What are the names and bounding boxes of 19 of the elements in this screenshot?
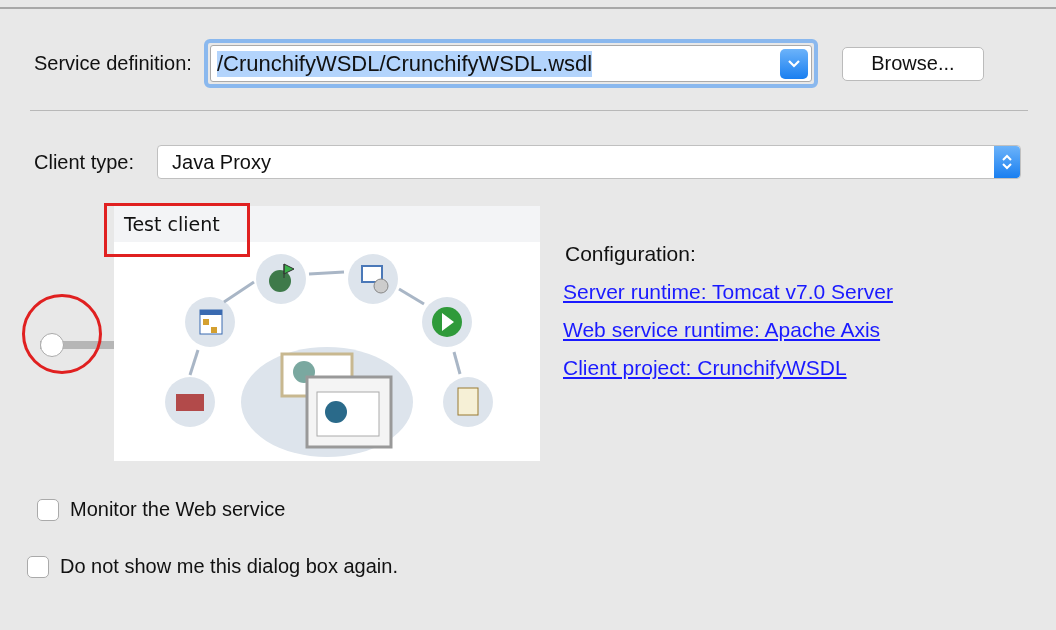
dropdown-button[interactable]	[779, 48, 808, 79]
service-definition-combo[interactable]: /CrunchifyWSDL/CrunchifyWSDL.wsdl	[203, 39, 818, 88]
configuration-title: Configuration:	[565, 242, 697, 266]
configuration-link[interactable]: Server runtime: Tomcat v7.0 Server	[563, 280, 893, 304]
panel-title: Test client	[124, 213, 220, 235]
slider-thumb[interactable]	[40, 333, 64, 357]
checkbox-label: Do not show me this dialog box again.	[60, 555, 398, 578]
configuration-link[interactable]: Web service runtime: Apache Axis	[563, 318, 893, 342]
field-label: Service definition:	[34, 52, 192, 75]
browse-button[interactable]: Browse...	[841, 46, 984, 81]
field-label: Client type:	[34, 150, 135, 174]
selected-text: /CrunchifyWSDL/CrunchifyWSDL.wsdl	[216, 50, 593, 77]
chevron-down-icon	[786, 58, 801, 69]
checkbox-label: Monitor the Web service	[70, 498, 286, 521]
checkbox[interactable]	[27, 555, 49, 578]
checkbox[interactable]	[37, 498, 59, 521]
up-down-arrows-icon	[1001, 152, 1013, 172]
client-type-select[interactable]: Java Proxy	[157, 145, 1021, 179]
configuration-link[interactable]: Client project: CrunchifyWSDL	[563, 356, 893, 380]
